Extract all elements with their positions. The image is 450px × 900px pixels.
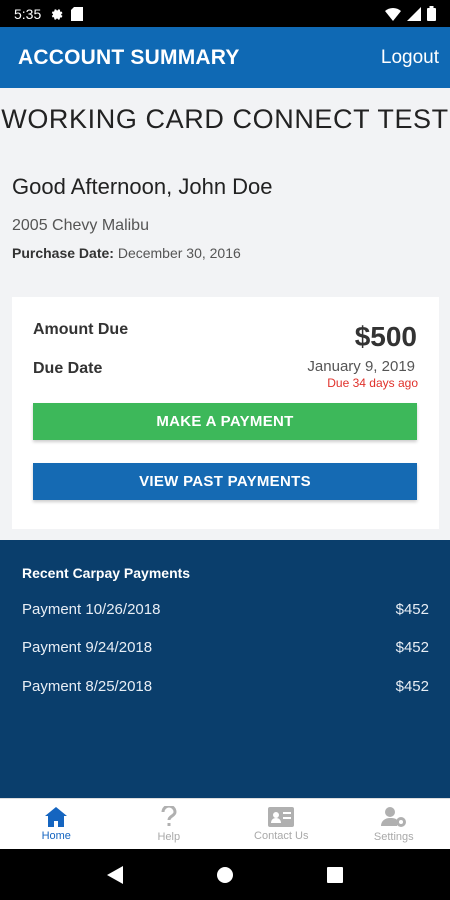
status-time: 5:35 xyxy=(14,5,42,22)
nav-item-help[interactable]: Help xyxy=(113,799,226,849)
logout-button[interactable]: Logout xyxy=(381,47,439,69)
nav-label-contact: Contact Us xyxy=(254,829,309,842)
nav-item-contact[interactable]: Contact Us xyxy=(225,799,338,849)
due-date-value: January 9, 2019 xyxy=(307,358,415,375)
nav-item-home[interactable]: Home xyxy=(0,799,113,849)
signal-icon xyxy=(407,6,421,21)
status-bar: 5:35 xyxy=(0,0,450,27)
help-icon xyxy=(161,805,177,826)
make-payment-button[interactable]: MAKE A PAYMENT xyxy=(33,403,417,440)
wifi-icon xyxy=(385,7,401,21)
purchase-date: Purchase Date: December 30, 2016 xyxy=(12,245,241,261)
amount-due-value: $500 xyxy=(354,321,417,352)
recents-icon[interactable] xyxy=(327,866,344,883)
payment-amount: $452 xyxy=(395,601,429,618)
settings-gear-icon xyxy=(52,8,63,20)
greeting-text: Good Afternoon, John Doe xyxy=(12,174,273,199)
view-past-payments-button[interactable]: VIEW PAST PAYMENTS xyxy=(33,463,417,500)
payment-label: Payment 10/26/2018 xyxy=(22,601,161,618)
recent-payments-panel: Recent Carpay Payments Payment 10/26/201… xyxy=(0,540,450,798)
home-icon xyxy=(45,806,68,827)
nav-item-settings[interactable]: Settings xyxy=(338,799,450,849)
home-button-icon[interactable] xyxy=(216,866,234,884)
payment-label: Payment 9/24/2018 xyxy=(22,639,153,656)
nav-label-settings: Settings xyxy=(373,830,414,843)
payment-amount: $452 xyxy=(395,639,429,656)
payment-amount: $452 xyxy=(395,678,429,695)
nav-label-home: Home xyxy=(41,829,71,842)
system-navigation-bar xyxy=(0,849,450,900)
user-settings-icon xyxy=(380,806,406,827)
purchase-date-value: December 30, 2016 xyxy=(117,245,241,261)
vehicle-name: 2005 Chevy Malibu xyxy=(12,217,149,234)
bottom-navigation: Home Help Contact Us Settings xyxy=(0,798,450,849)
payment-row: Payment 9/24/2018 $452 xyxy=(22,639,429,656)
sd-card-icon xyxy=(71,6,84,21)
payment-summary-card: Amount Due $500 Due Date January 9, 2019… xyxy=(12,297,439,529)
due-date-label: Due Date xyxy=(33,360,103,377)
amount-due-label: Amount Due xyxy=(33,321,129,338)
page-title: ACCOUNT SUMMARY xyxy=(18,45,240,69)
payment-row: Payment 10/26/2018 $452 xyxy=(22,601,429,618)
app-header: ACCOUNT SUMMARY Logout xyxy=(0,27,450,88)
store-name: WORKING CARD CONNECT TEST xyxy=(1,104,449,134)
contact-card-icon xyxy=(268,806,295,827)
payment-label: Payment 8/25/2018 xyxy=(22,678,153,695)
account-content: WORKING CARD CONNECT TEST Good Afternoon… xyxy=(0,88,450,538)
purchase-date-label: Purchase Date: xyxy=(12,245,114,261)
overdue-text: Due 34 days ago xyxy=(327,376,418,390)
battery-icon xyxy=(427,6,436,21)
nav-label-help: Help xyxy=(157,830,181,843)
back-icon[interactable] xyxy=(106,865,123,884)
payment-row: Payment 8/25/2018 $452 xyxy=(22,678,429,695)
recent-payments-title: Recent Carpay Payments xyxy=(22,565,191,581)
